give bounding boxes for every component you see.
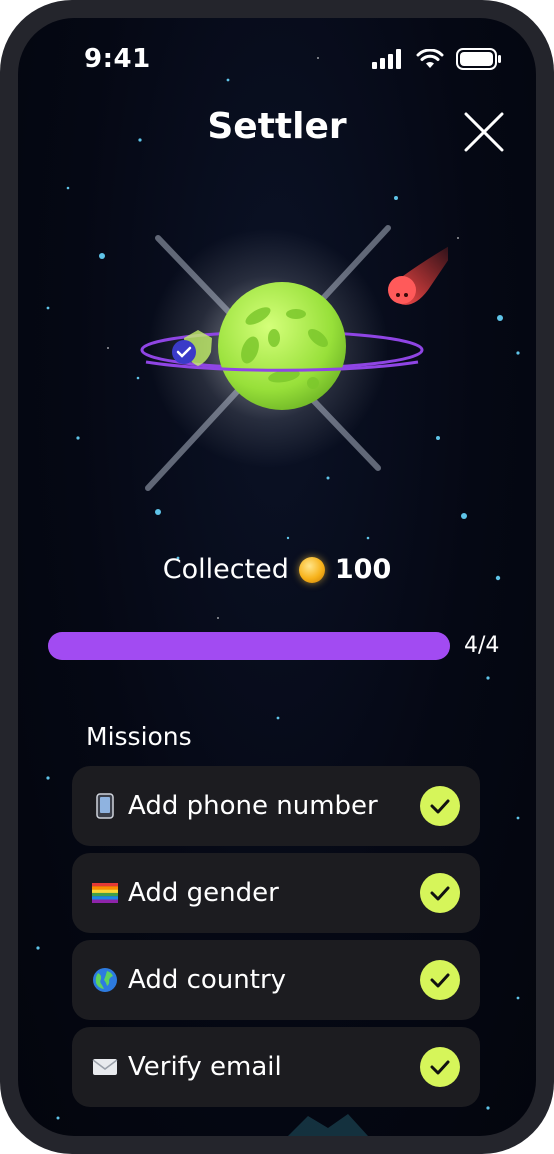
- page-title: Settler: [207, 106, 347, 147]
- screen: 9:41 Settler Collected 100 4/4 Missions …: [18, 18, 536, 1136]
- rainbow-flag-icon: [90, 878, 120, 908]
- envelope-icon: [90, 1052, 120, 1082]
- close-icon[interactable]: [462, 110, 506, 154]
- battery-icon: [456, 48, 501, 70]
- mission-label: Add phone number: [128, 791, 378, 821]
- mission-label: Verify email: [128, 1052, 282, 1082]
- status-icons: [372, 48, 502, 70]
- coin-icon: [298, 556, 325, 583]
- progress-count: 4/4: [464, 633, 500, 658]
- phone-emoji-icon: [90, 791, 120, 821]
- check-icon: [420, 1047, 460, 1087]
- planet-illustration: [140, 225, 448, 491]
- mission-item-email[interactable]: Verify email: [72, 1027, 480, 1107]
- mission-label: Add gender: [128, 878, 279, 908]
- status-bar: 9:41: [18, 18, 536, 98]
- mission-label: Add country: [128, 965, 287, 995]
- cellular-signal-icon: [372, 49, 401, 69]
- collected-amount: 100: [334, 554, 392, 585]
- progress-fill: [48, 632, 450, 660]
- check-icon: [420, 873, 460, 913]
- mission-item-gender[interactable]: Add gender: [72, 853, 480, 933]
- phone-frame: 9:41 Settler Collected 100 4/4 Missions …: [0, 0, 554, 1154]
- collected-reward: Collected 100: [18, 554, 536, 585]
- status-time: 9:41: [84, 44, 151, 74]
- mission-item-phone[interactable]: Add phone number: [72, 766, 480, 846]
- missions-list: Add phone number Add gender Add country …: [72, 766, 480, 1114]
- missions-heading: Missions: [86, 722, 192, 751]
- globe-icon: [90, 965, 120, 995]
- check-icon: [420, 960, 460, 1000]
- mission-item-country[interactable]: Add country: [72, 940, 480, 1020]
- progress-bar: [48, 632, 450, 660]
- decorative-glow: [288, 1114, 368, 1136]
- collected-label: Collected: [162, 554, 289, 585]
- check-icon: [420, 786, 460, 826]
- wifi-icon: [416, 49, 444, 68]
